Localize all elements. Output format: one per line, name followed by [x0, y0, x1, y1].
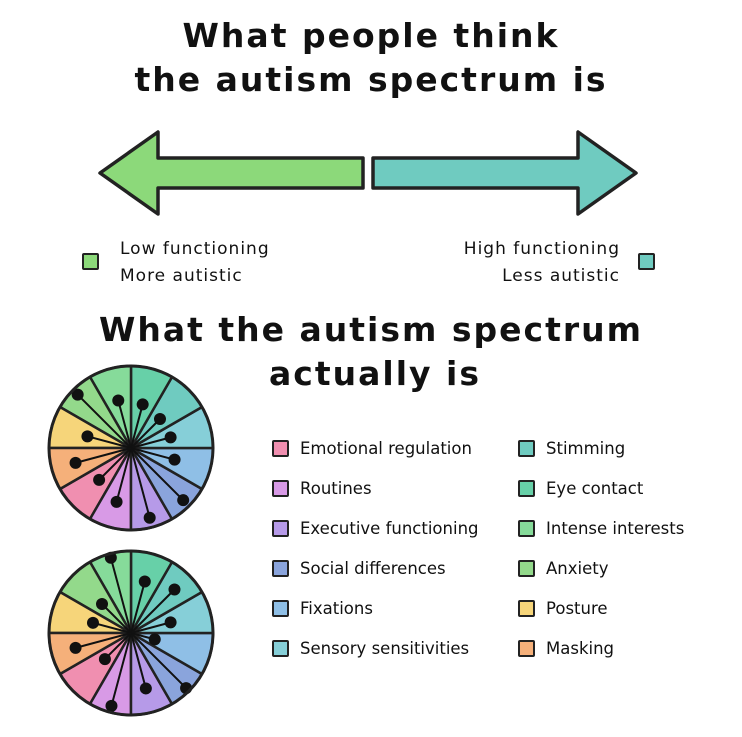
legend-item-fixations: Fixations [272, 597, 373, 619]
legend-label: Emotional regulation [300, 438, 472, 458]
legend-swatch [272, 519, 289, 537]
trait-level-dot-posture [81, 430, 94, 443]
spectrum-wheels [47, 364, 215, 717]
trait-level-dot-fixations [168, 453, 181, 466]
spectrum-wheel-2 [47, 549, 215, 717]
legend-swatch [518, 479, 535, 497]
trait-level-dot-posture [86, 616, 99, 629]
legend-item-intense-interests: Intense interests [518, 517, 684, 539]
legend-swatch [518, 559, 535, 577]
legend-swatch [272, 559, 289, 577]
legend-label: Executive functioning [300, 518, 479, 538]
legend-label: Anxiety [546, 558, 609, 578]
legend-label: Masking [546, 638, 615, 658]
trait-level-dot-emotional-regulation [98, 653, 111, 666]
legend-swatch [518, 599, 535, 617]
legend-swatch [272, 479, 289, 497]
trait-level-dot-stimming [168, 583, 181, 596]
legend-label: Posture [546, 598, 608, 618]
legend-item-sensory-sensitivities: Sensory sensitivities [272, 637, 469, 659]
legend-swatch [518, 439, 535, 457]
trait-level-dot-sensory-sensitivities [164, 616, 177, 629]
legend-item-executive-functioning: Executive functioning [272, 517, 479, 539]
trait-level-dot-routines [110, 495, 123, 508]
trait-level-dot-sensory-sensitivities [164, 431, 177, 444]
legend-swatch [272, 639, 289, 657]
trait-level-dot-intense-interests [112, 394, 125, 407]
legend-label: Eye contact [546, 478, 644, 498]
legend-label: Intense interests [546, 518, 685, 538]
trait-level-dot-social-differences [177, 494, 190, 507]
legend-item-anxiety: Anxiety [518, 557, 608, 579]
legend-swatch [272, 599, 289, 617]
legend-item-emotional-regulation: Emotional regulation [272, 437, 472, 459]
legend-item-masking: Masking [518, 637, 614, 659]
legend-label: Routines [300, 478, 372, 498]
trait-level-dot-eye-contact [136, 398, 149, 411]
legend-item-posture: Posture [518, 597, 608, 619]
legend-swatch [272, 439, 289, 457]
legend-item-social-differences: Social differences [272, 557, 446, 579]
trait-level-dot-executive-functioning [143, 511, 156, 524]
legend-label: Stimming [546, 438, 626, 458]
trait-level-dot-stimming [153, 413, 166, 426]
trait-level-dot-fixations [148, 633, 161, 646]
legend-swatch [518, 639, 535, 657]
trait-level-dot-masking [69, 641, 82, 654]
legend-item-eye-contact: Eye contact [518, 477, 643, 499]
legend-label: Social differences [300, 558, 446, 578]
trait-level-dot-eye-contact [138, 575, 151, 588]
legend-label: Sensory sensitivities [300, 638, 470, 658]
trait-level-dot-executive-functioning [139, 682, 152, 695]
legend-swatch [518, 519, 535, 537]
spectrum-wheel-1 [47, 364, 215, 532]
legend-item-routines: Routines [272, 477, 372, 499]
trait-level-dot-anxiety [96, 598, 109, 611]
trait-level-dot-emotional-regulation [93, 473, 106, 486]
legend-label: Fixations [300, 598, 373, 618]
legend-item-stimming: Stimming [518, 437, 625, 459]
trait-level-dot-masking [69, 456, 82, 469]
